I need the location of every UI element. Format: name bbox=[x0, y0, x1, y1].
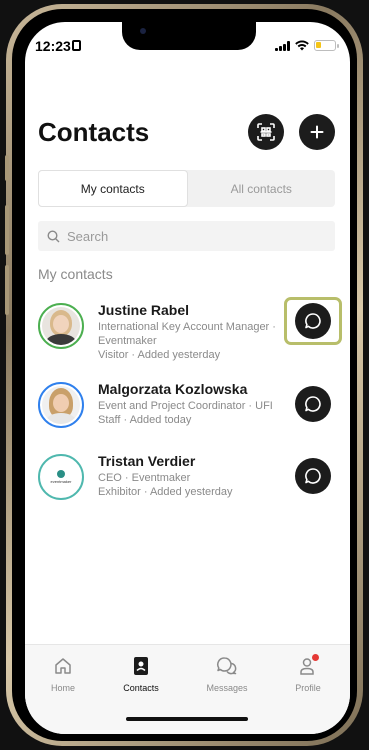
avatar bbox=[38, 303, 84, 349]
avatar bbox=[38, 382, 84, 428]
app-screen: 12:23 Contacts My contacts All contacts bbox=[25, 22, 350, 734]
message-contact-button[interactable] bbox=[295, 386, 331, 422]
add-contact-button[interactable] bbox=[299, 114, 335, 150]
section-label: My contacts bbox=[38, 266, 113, 282]
tab-profile[interactable]: Profile bbox=[278, 654, 338, 693]
tab-label: Home bbox=[50, 683, 75, 693]
silent-switch bbox=[5, 155, 9, 181]
qr-scan-icon bbox=[257, 123, 275, 141]
status-icons bbox=[275, 40, 339, 51]
tab-label: Contacts bbox=[123, 683, 159, 693]
profile-icon bbox=[297, 654, 319, 677]
tab-my-contacts[interactable]: My contacts bbox=[38, 170, 188, 207]
contact-name: Malgorzata Kozlowska bbox=[98, 381, 248, 397]
tab-label: Messages bbox=[206, 683, 248, 693]
status-time: 12:23 bbox=[35, 38, 71, 54]
contact-meta: International Key Account Manager · Even… bbox=[98, 320, 286, 362]
page-title: Contacts bbox=[38, 117, 150, 147]
search-icon bbox=[47, 229, 60, 242]
wifi-icon bbox=[295, 40, 309, 51]
eventmaker-logo-icon bbox=[57, 470, 65, 478]
contact-meta-text: Event and Project Coordinator · UFI Staf… bbox=[98, 400, 273, 426]
home-icon bbox=[52, 655, 74, 677]
scan-badge-button[interactable] bbox=[248, 114, 284, 150]
notification-badge bbox=[312, 654, 319, 661]
contact-item[interactable]: Justine Rabel International Key Account … bbox=[38, 297, 342, 372]
chat-bubble-icon bbox=[305, 468, 321, 484]
contact-meta-text: International Key Account Manager · Even… bbox=[98, 321, 276, 361]
chat-bubble-icon bbox=[305, 313, 321, 329]
contact-meta: CEO · Eventmaker Exhibitor · Added yeste… bbox=[98, 471, 286, 499]
tab-label: Profile bbox=[295, 683, 321, 693]
contact-meta: Event and Project Coordinator · UFI Staf… bbox=[98, 399, 286, 427]
tab-contacts[interactable]: Contacts bbox=[111, 655, 171, 693]
contact-item[interactable]: Malgorzata Kozlowska Event and Project C… bbox=[38, 381, 335, 451]
camera-dot bbox=[140, 28, 146, 34]
contacts-icon bbox=[130, 655, 152, 677]
volume-up-button bbox=[5, 205, 9, 255]
contact-name: Justine Rabel bbox=[98, 302, 190, 318]
tab-messages[interactable]: Messages bbox=[197, 655, 257, 693]
message-contact-button[interactable] bbox=[295, 303, 331, 339]
avatar: eventmaker bbox=[38, 454, 84, 500]
contacts-tabs: My contacts All contacts bbox=[38, 170, 335, 207]
search-placeholder: Search bbox=[67, 228, 109, 244]
contact-name: Tristan Verdier bbox=[98, 453, 196, 469]
battery-icon bbox=[314, 40, 339, 51]
sim-icon bbox=[72, 40, 81, 51]
message-contact-button[interactable] bbox=[295, 458, 331, 494]
messages-icon bbox=[216, 655, 238, 677]
notch bbox=[122, 22, 256, 50]
volume-down-button bbox=[5, 265, 9, 315]
contact-item[interactable]: eventmaker Tristan Verdier CEO · Eventma… bbox=[38, 453, 335, 523]
tab-home[interactable]: Home bbox=[33, 655, 93, 693]
contact-meta-text: CEO · Eventmaker Exhibitor · Added yeste… bbox=[98, 472, 233, 498]
tab-all-contacts[interactable]: All contacts bbox=[188, 170, 336, 207]
chat-bubble-icon bbox=[305, 396, 321, 412]
company-logo-text: eventmaker bbox=[50, 479, 72, 484]
home-indicator bbox=[126, 717, 248, 721]
signal-icon bbox=[275, 40, 290, 51]
search-input[interactable]: Search bbox=[38, 221, 335, 251]
plus-icon bbox=[310, 125, 324, 139]
